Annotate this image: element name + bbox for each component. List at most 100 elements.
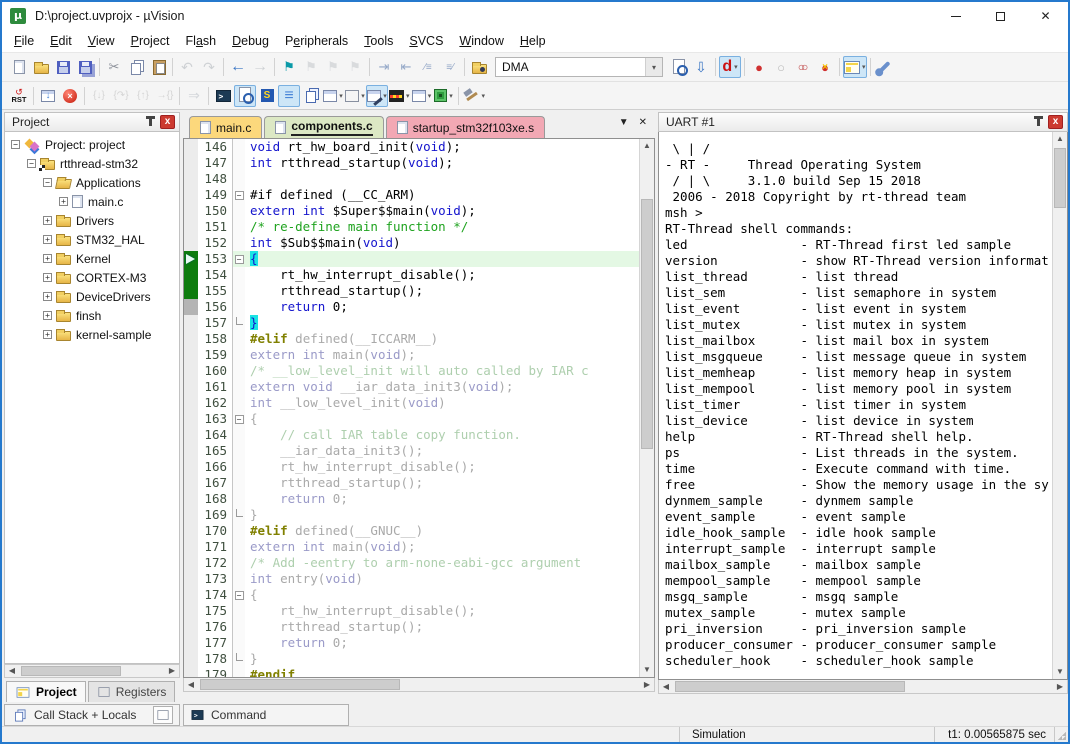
watch-window-button[interactable]: ▾ <box>322 85 344 107</box>
tree-item-project-project[interactable]: −Project: project <box>5 135 179 154</box>
navigate-forward-button[interactable]: → <box>249 56 271 78</box>
uart-close-icon[interactable]: x <box>1048 115 1063 129</box>
step-into-button[interactable]: {↓} <box>88 85 110 107</box>
tab-project[interactable]: Project <box>6 681 86 702</box>
expand-icon[interactable]: + <box>43 311 52 320</box>
uncomment-button[interactable]: ≡∕ <box>439 56 461 78</box>
expand-icon[interactable]: + <box>43 216 52 225</box>
pin-icon[interactable] <box>149 118 152 126</box>
disassembly-window-button[interactable] <box>234 85 256 107</box>
scroll-down-icon[interactable]: ▼ <box>1053 665 1067 679</box>
find-in-files-button[interactable] <box>668 56 690 78</box>
step-over-button[interactable]: {↷} <box>110 85 132 107</box>
registers-window-button[interactable]: ≡ <box>278 85 300 107</box>
fold-column[interactable] <box>232 315 245 331</box>
call-stack-dock[interactable]: Call Stack + Locals <box>4 704 180 726</box>
stop-button[interactable]: × <box>59 85 81 107</box>
minimize-button[interactable] <box>933 2 978 30</box>
scroll-right-icon[interactable]: ▶ <box>1053 681 1067 693</box>
tab-list-dropdown-icon[interactable]: ▼ <box>619 117 629 128</box>
unindent-button[interactable]: ⇤ <box>395 56 417 78</box>
expand-icon[interactable]: + <box>43 273 52 282</box>
editor-tab-startup-stm32f103xe-s[interactable]: startup_stm32f103xe.s <box>386 116 545 138</box>
collapse-icon[interactable]: − <box>11 140 20 149</box>
search-combo-value[interactable]: DMA <box>496 60 645 74</box>
expand-icon[interactable]: + <box>43 330 52 339</box>
menu-flash[interactable]: Flash <box>178 31 225 51</box>
command-dock[interactable]: > Command <box>183 704 349 726</box>
fold-collapse-icon[interactable]: − <box>235 591 244 600</box>
copy-button[interactable] <box>125 56 147 78</box>
pin-icon[interactable] <box>1037 118 1040 126</box>
expand-icon[interactable]: + <box>43 292 52 301</box>
scroll-left-icon[interactable]: ◀ <box>184 679 198 691</box>
scroll-up-icon[interactable]: ▲ <box>640 139 654 153</box>
menu-help[interactable]: Help <box>512 31 554 51</box>
find-in-files-icon[interactable] <box>468 56 490 78</box>
tree-item-cortex-m3[interactable]: +CORTEX-M3 <box>5 268 179 287</box>
trace-window-button[interactable]: ▾ <box>411 85 433 107</box>
show-current-statement-button[interactable]: ⇒ <box>183 85 205 107</box>
project-close-icon[interactable]: x <box>160 115 175 129</box>
tree-item-main-c[interactable]: +main.c <box>5 192 179 211</box>
breakpoint-disable-button[interactable]: ○ <box>770 56 792 78</box>
uart-output[interactable]: \ | / - RT - Thread Operating System / |… <box>659 132 1052 679</box>
fold-collapse-icon[interactable]: − <box>235 255 244 264</box>
tree-item-stm32-hal[interactable]: +STM32_HAL <box>5 230 179 249</box>
uart-hscrollbar[interactable]: ◀ ▶ <box>658 680 1068 694</box>
editor-tab-main-c[interactable]: main.c <box>189 116 262 138</box>
close-button[interactable]: ✕ <box>1023 2 1068 30</box>
menu-view[interactable]: View <box>80 31 123 51</box>
menu-tools[interactable]: Tools <box>356 31 401 51</box>
tab-registers[interactable]: Registers <box>88 681 176 702</box>
menu-file[interactable]: File <box>6 31 42 51</box>
memory-window-button[interactable]: ▾ <box>344 85 366 107</box>
paste-button[interactable] <box>147 56 169 78</box>
breakpoint-kill-all-button[interactable]: ●× <box>814 56 836 78</box>
new-file-button[interactable] <box>8 56 30 78</box>
indent-button[interactable]: ⇥ <box>373 56 395 78</box>
fold-column[interactable]: − <box>232 187 245 203</box>
scroll-left-icon[interactable]: ◀ <box>659 681 673 693</box>
expand-icon[interactable]: + <box>43 235 52 244</box>
reset-cpu-button[interactable]: ↺RST <box>8 85 30 107</box>
tree-item-applications[interactable]: −Applications <box>5 173 179 192</box>
call-stack-window-button[interactable] <box>300 85 322 107</box>
bookmark-toggle-button[interactable]: ⚑ <box>278 56 300 78</box>
toolbox-button[interactable]: ▾ <box>462 85 487 107</box>
dropdown-arrow-icon[interactable]: ▾ <box>734 63 738 71</box>
search-combo[interactable]: DMA▾ <box>495 57 663 77</box>
save-button[interactable] <box>52 56 74 78</box>
incremental-find-button[interactable]: ⇩ <box>690 56 712 78</box>
editor-hscrollbar[interactable]: ◀ ▶ <box>183 678 655 692</box>
dropdown-arrow-icon[interactable]: ▾ <box>449 92 453 100</box>
breakpoint-disable-all-button[interactable]: ○○ <box>792 56 814 78</box>
menu-edit[interactable]: Edit <box>42 31 80 51</box>
menu-peripherals[interactable]: Peripherals <box>277 31 356 51</box>
menu-svcs[interactable]: SVCS <box>401 31 451 51</box>
cut-button[interactable]: ✂ <box>103 56 125 78</box>
fold-column[interactable] <box>232 507 245 523</box>
combo-dropdown-icon[interactable]: ▾ <box>645 58 662 76</box>
fold-collapse-icon[interactable]: − <box>235 415 244 424</box>
tree-item-rtthread-stm32[interactable]: −rtthread-stm32 <box>5 154 179 173</box>
open-button[interactable] <box>30 56 52 78</box>
save-all-button[interactable] <box>74 56 96 78</box>
scroll-right-icon[interactable]: ▶ <box>640 679 654 691</box>
command-window-button[interactable]: > <box>212 85 234 107</box>
run-to-cursor-button[interactable]: →{} <box>154 85 176 107</box>
scroll-left-icon[interactable]: ◀ <box>5 665 19 677</box>
configuration-wrench-button[interactable] <box>874 56 896 78</box>
run-button[interactable]: ↓ <box>37 85 59 107</box>
memory-grid-button[interactable] <box>153 706 173 724</box>
scroll-right-icon[interactable]: ▶ <box>165 665 179 677</box>
collapse-icon[interactable]: − <box>43 178 52 187</box>
bookmark-prev-button[interactable]: ⚑ <box>300 56 322 78</box>
fold-column[interactable]: − <box>232 411 245 427</box>
menu-window[interactable]: Window <box>451 31 511 51</box>
serial-window-button[interactable]: ▾ <box>366 85 388 107</box>
dropdown-arrow-icon[interactable]: ▾ <box>406 92 410 100</box>
fold-column[interactable]: − <box>232 251 245 267</box>
dropdown-arrow-icon[interactable]: ▾ <box>862 63 866 71</box>
dropdown-arrow-icon[interactable]: ▾ <box>361 92 365 100</box>
